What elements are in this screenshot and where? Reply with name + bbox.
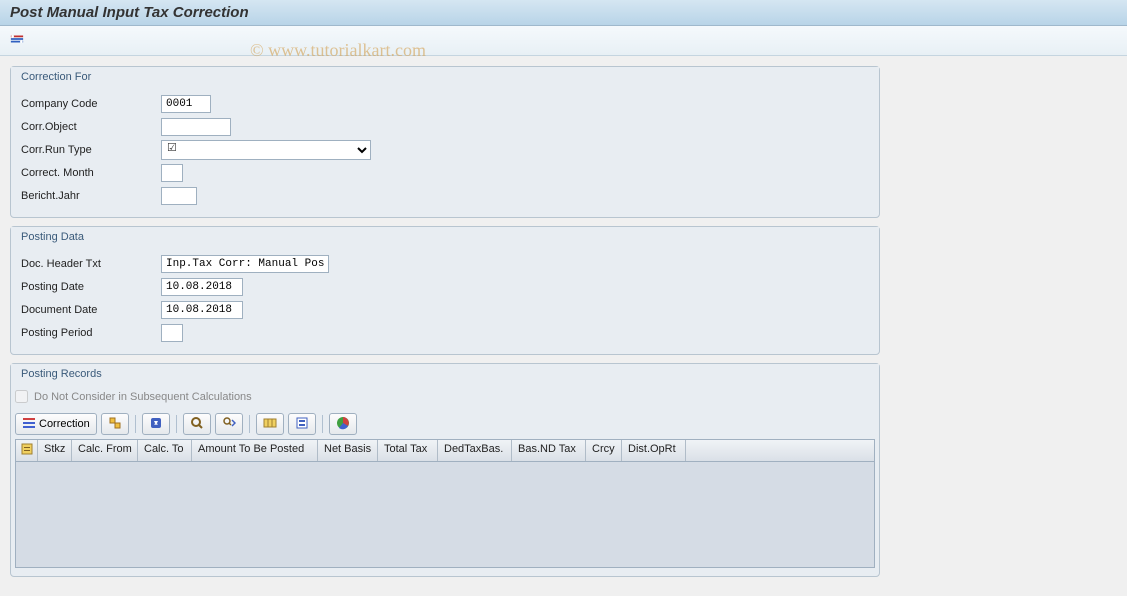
- select-all-header[interactable]: [16, 440, 38, 461]
- group-title: Correction For: [11, 67, 879, 87]
- correction-button-label: Correction: [39, 418, 90, 430]
- table-body-empty: [16, 462, 874, 567]
- checkbox-label: Do Not Consider in Subsequent Calculatio…: [34, 391, 252, 403]
- label-bericht-jahr: Bericht.Jahr: [21, 190, 161, 202]
- col-net-basis[interactable]: Net Basis: [318, 440, 378, 461]
- bericht-jahr-field[interactable]: [161, 187, 197, 205]
- layout-icon: [263, 416, 277, 433]
- title-bar: Post Manual Input Tax Correction: [0, 0, 1127, 26]
- label-corr-object: Corr.Object: [21, 121, 161, 133]
- doc-header-txt-field[interactable]: [161, 255, 329, 273]
- col-bas-nd-tax[interactable]: Bas.ND Tax: [512, 440, 586, 461]
- col-stkz[interactable]: Stkz: [38, 440, 72, 461]
- table-header-row: Stkz Calc. From Calc. To Amount To Be Po…: [16, 440, 874, 462]
- export-button[interactable]: [288, 413, 316, 435]
- separator: [249, 415, 250, 433]
- group-title: Posting Records: [11, 364, 879, 384]
- graphic-button[interactable]: [329, 413, 357, 435]
- find-next-icon: [222, 416, 236, 433]
- layout-button[interactable]: [256, 413, 284, 435]
- label-doc-header-txt: Doc. Header Txt: [21, 258, 161, 270]
- label-posting-period: Posting Period: [21, 327, 161, 339]
- col-crcy[interactable]: Crcy: [586, 440, 622, 461]
- find-next-button[interactable]: [215, 413, 243, 435]
- correction-button[interactable]: Correction: [15, 413, 97, 435]
- label-document-date: Document Date: [21, 304, 161, 316]
- app-toolbar: [0, 26, 1127, 56]
- label-corr-run-type: Corr.Run Type: [21, 144, 161, 156]
- separator: [135, 415, 136, 433]
- records-toolbar: Correction: [11, 409, 879, 439]
- find-button[interactable]: [183, 413, 211, 435]
- group-posting-data: Posting Data Doc. Header Txt Posting Dat…: [10, 226, 880, 355]
- detail-button[interactable]: [101, 413, 129, 435]
- sort-button[interactable]: [142, 413, 170, 435]
- col-calc-to[interactable]: Calc. To: [138, 440, 192, 461]
- company-code-field[interactable]: [161, 95, 211, 113]
- separator: [322, 415, 323, 433]
- page-title: Post Manual Input Tax Correction: [10, 4, 1117, 21]
- label-company-code: Company Code: [21, 98, 161, 110]
- label-posting-date: Posting Date: [21, 281, 161, 293]
- label-correct-month: Correct. Month: [21, 167, 161, 179]
- correction-icon: [22, 416, 36, 433]
- sort-icon: [149, 416, 163, 433]
- col-amount-posted[interactable]: Amount To Be Posted: [192, 440, 318, 461]
- records-table: Stkz Calc. From Calc. To Amount To Be Po…: [15, 439, 875, 568]
- col-calc-from[interactable]: Calc. From: [72, 440, 138, 461]
- col-total-tax[interactable]: Total Tax: [378, 440, 438, 461]
- group-title: Posting Data: [11, 227, 879, 247]
- separator: [176, 415, 177, 433]
- detail-icon: [108, 416, 122, 433]
- find-icon: [190, 416, 204, 433]
- content-area: Correction For Company Code Corr.Object …: [0, 56, 1127, 595]
- schedule-icon[interactable]: [10, 32, 26, 46]
- export-icon: [295, 416, 309, 433]
- document-date-field[interactable]: [161, 301, 243, 319]
- select-column-icon: [20, 442, 34, 456]
- group-posting-records: Posting Records Do Not Consider in Subse…: [10, 363, 880, 577]
- corr-run-type-select[interactable]: [161, 140, 371, 160]
- correct-month-field[interactable]: [161, 164, 183, 182]
- chart-icon: [336, 416, 350, 433]
- col-dedtaxbas[interactable]: DedTaxBas.: [438, 440, 512, 461]
- col-dist-oprt[interactable]: Dist.OpRt: [622, 440, 686, 461]
- do-not-consider-checkbox: [15, 390, 28, 403]
- posting-date-field[interactable]: [161, 278, 243, 296]
- posting-period-field[interactable]: [161, 324, 183, 342]
- corr-object-field[interactable]: [161, 118, 231, 136]
- group-correction-for: Correction For Company Code Corr.Object …: [10, 66, 880, 218]
